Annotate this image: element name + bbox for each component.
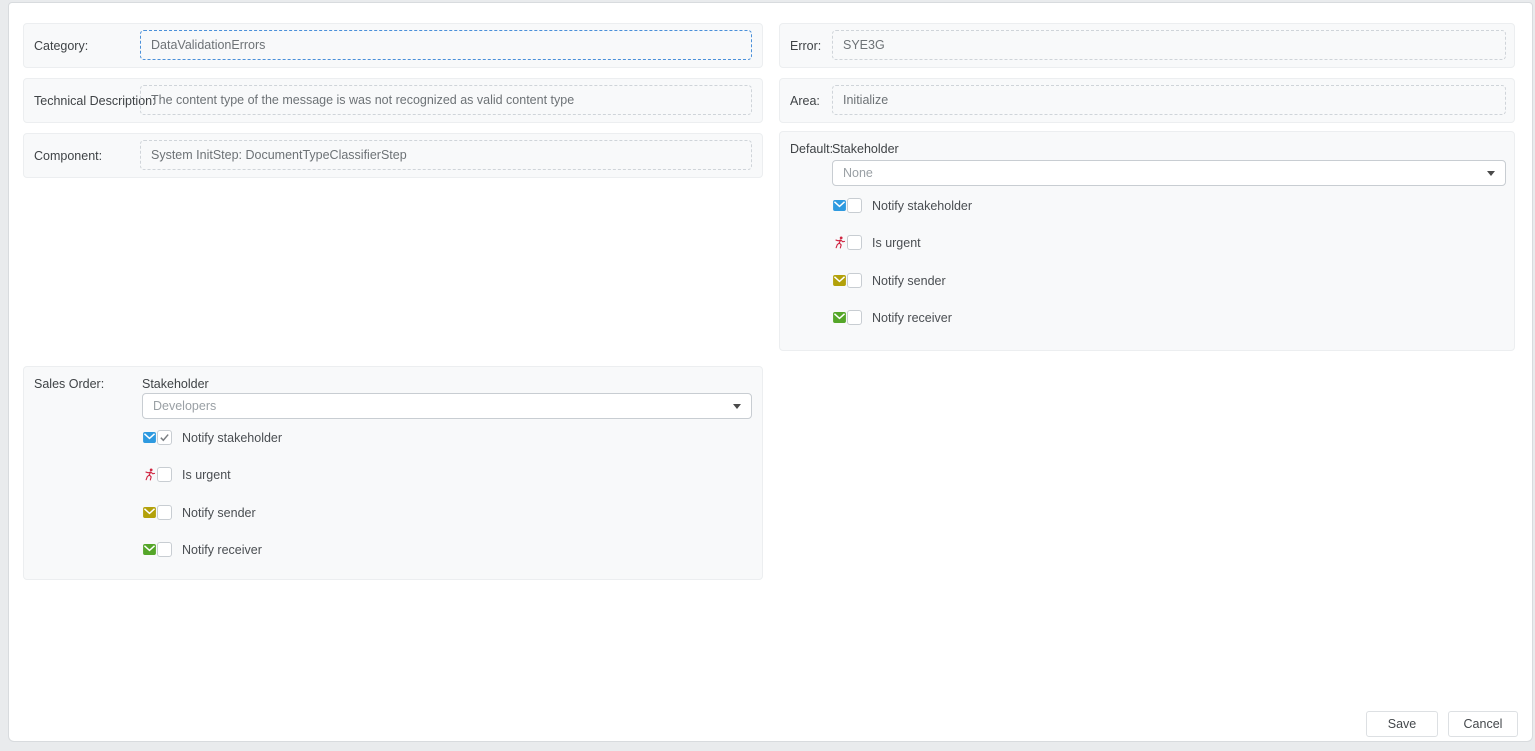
component-value: System InitStep: DocumentTypeClassifierS… [151, 148, 407, 162]
sales-order-stakeholder-dropdown[interactable]: Developers [142, 393, 752, 419]
sales-order-is-urgent-row: Is urgent [143, 466, 231, 483]
mail-yellow-icon [833, 275, 846, 287]
runner-icon [833, 237, 846, 249]
technical-description-label: Technical Description: [34, 94, 156, 108]
area-input[interactable]: Initialize [832, 85, 1506, 115]
sales-order-notify-stakeholder-row: Notify stakeholder [143, 429, 282, 446]
sales-order-stakeholder-heading: Stakeholder [142, 377, 209, 391]
sales-order-dropdown-value: Developers [153, 399, 733, 413]
option-label: Notify sender [182, 506, 256, 520]
option-label: Is urgent [872, 236, 921, 250]
area-value: Initialize [843, 93, 888, 107]
sales-order-notify-receiver-checkbox[interactable] [157, 542, 172, 557]
mail-blue-icon [143, 432, 156, 444]
option-label: Notify stakeholder [872, 199, 972, 213]
default-notify-receiver-row: Notify receiver [833, 309, 952, 326]
default-is-urgent-checkbox[interactable] [847, 235, 862, 250]
option-label: Is urgent [182, 468, 231, 482]
mail-yellow-icon [143, 507, 156, 519]
sales-order-section: Sales Order: Stakeholder Developers Noti… [23, 366, 763, 580]
form-card: Category: DataValidationErrors Technical… [8, 2, 1533, 742]
category-value: DataValidationErrors [151, 38, 265, 52]
sales-order-notify-receiver-row: Notify receiver [143, 541, 262, 558]
runner-icon [143, 469, 156, 481]
default-section: Default: Stakeholder None Notify stakeho… [779, 131, 1515, 351]
technical-description-value: The content type of the message is was n… [151, 93, 574, 107]
technical-description-field-group: Technical Description: The content type … [23, 78, 763, 123]
sales-order-is-urgent-checkbox[interactable] [157, 467, 172, 482]
category-field-group: Category: DataValidationErrors [23, 23, 763, 68]
default-notify-sender-checkbox[interactable] [847, 273, 862, 288]
default-is-urgent-row: Is urgent [833, 234, 921, 251]
option-label: Notify sender [872, 274, 946, 288]
component-input[interactable]: System InitStep: DocumentTypeClassifierS… [140, 140, 752, 170]
area-label: Area: [790, 94, 820, 108]
error-input[interactable]: SYE3G [832, 30, 1506, 60]
category-label: Category: [34, 39, 88, 53]
sales-order-notify-sender-checkbox[interactable] [157, 505, 172, 520]
option-label: Notify receiver [182, 543, 262, 557]
error-label: Error: [790, 39, 821, 53]
component-label: Component: [34, 149, 102, 163]
category-input[interactable]: DataValidationErrors [140, 30, 752, 60]
option-label: Notify stakeholder [182, 431, 282, 445]
chevron-down-icon [1487, 171, 1495, 176]
technical-description-input[interactable]: The content type of the message is was n… [140, 85, 752, 115]
default-notify-stakeholder-checkbox[interactable] [847, 198, 862, 213]
mail-green-icon [833, 312, 846, 324]
default-dropdown-value: None [843, 166, 1487, 180]
component-field-group: Component: System InitStep: DocumentType… [23, 133, 763, 178]
option-label: Notify receiver [872, 311, 952, 325]
default-stakeholder-heading: Stakeholder [832, 142, 899, 156]
default-notify-sender-row: Notify sender [833, 272, 946, 289]
error-field-group: Error: SYE3G [779, 23, 1515, 68]
default-notify-receiver-checkbox[interactable] [847, 310, 862, 325]
mail-green-icon [143, 544, 156, 556]
sales-order-notify-stakeholder-checkbox[interactable] [157, 430, 172, 445]
chevron-down-icon [733, 404, 741, 409]
sales-order-label: Sales Order: [34, 377, 104, 391]
default-stakeholder-dropdown[interactable]: None [832, 160, 1506, 186]
mail-blue-icon [833, 200, 846, 212]
default-label: Default: [790, 142, 833, 156]
cancel-button[interactable]: Cancel [1448, 711, 1518, 737]
default-notify-stakeholder-row: Notify stakeholder [833, 197, 972, 214]
save-button[interactable]: Save [1366, 711, 1438, 737]
error-value: SYE3G [843, 38, 885, 52]
sales-order-notify-sender-row: Notify sender [143, 504, 256, 521]
area-field-group: Area: Initialize [779, 78, 1515, 123]
